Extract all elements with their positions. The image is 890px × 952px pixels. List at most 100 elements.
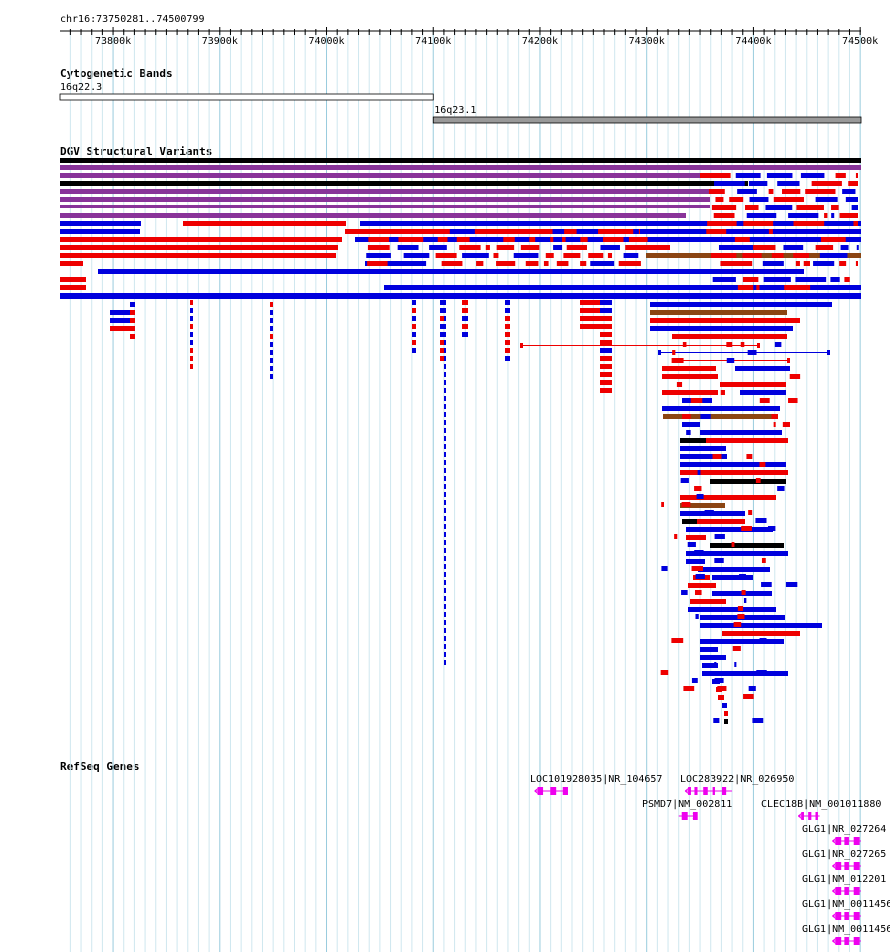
sv-bar <box>680 462 786 467</box>
sv-bar <box>398 261 427 266</box>
sv-bar <box>444 300 446 305</box>
sv-bar <box>496 245 515 250</box>
gene-exon <box>808 812 812 820</box>
gene-exon <box>853 887 860 895</box>
gene-model <box>534 787 568 795</box>
cytoband-gpos <box>432 116 862 124</box>
ruler-tick-label: 73800k <box>95 36 131 47</box>
sv-bar <box>720 390 725 395</box>
gene-model <box>684 787 733 795</box>
sv-bar <box>789 374 801 379</box>
sv-bar <box>694 590 702 595</box>
sv-bar <box>650 302 832 307</box>
gene-label: GLG1|NM_001145667 <box>802 924 890 935</box>
sv-bar <box>734 237 750 242</box>
sv-bar <box>552 229 565 234</box>
sv-bar <box>831 205 839 210</box>
sv-bar <box>505 316 510 321</box>
sv-bar <box>746 213 777 218</box>
gene-exon <box>844 912 849 920</box>
sv-bar <box>462 332 468 337</box>
sv-bar <box>368 237 390 242</box>
sv-bar <box>600 308 612 313</box>
sv-bar <box>674 534 678 539</box>
sv-bar <box>444 636 446 641</box>
sv-bar <box>686 430 691 435</box>
sv-bar <box>270 318 273 323</box>
sv-bar <box>761 558 766 563</box>
gene-exon <box>844 887 849 895</box>
sv-bar <box>190 356 193 361</box>
track-canvas: 73800k 73900k 74000k 74100k 74200k 74300k 7440… <box>59 27 890 952</box>
sv-bar <box>767 438 779 443</box>
sv-bar <box>130 334 135 339</box>
sv-bar <box>844 277 850 282</box>
sv-bar <box>444 372 446 377</box>
sv-bar <box>444 628 446 633</box>
gene-exon <box>722 787 727 795</box>
sv-bar <box>691 566 703 571</box>
sv-bar <box>702 671 788 676</box>
sv-bar <box>676 382 683 387</box>
sv-bar <box>456 237 470 242</box>
sv-bar <box>110 326 133 331</box>
sv-bar <box>696 494 704 499</box>
sv-bar <box>743 598 747 603</box>
sv-bar <box>444 508 446 513</box>
cytoband-label: 16q23.1 <box>434 105 476 116</box>
sv-bar <box>190 316 193 321</box>
sv-bar <box>553 245 563 250</box>
sv-bar <box>556 261 569 266</box>
sv-bar <box>712 237 724 242</box>
gene-label: GLG1|NM_012201 <box>802 874 886 885</box>
sv-bar <box>724 719 728 724</box>
sv-bar <box>785 582 798 587</box>
sv-bar <box>444 612 446 617</box>
sv-bar <box>444 348 446 353</box>
sv-bar <box>611 229 620 234</box>
gene-exon <box>550 787 557 795</box>
sv-bar <box>444 652 446 657</box>
dgv-variants <box>60 158 861 724</box>
sv-bar <box>441 261 463 266</box>
sv-bar <box>660 670 669 675</box>
sv-bar <box>748 686 756 691</box>
sv-bar <box>412 348 416 353</box>
sv-bar <box>662 406 780 411</box>
sv-bar <box>831 213 835 218</box>
sv-bar <box>130 326 135 331</box>
sv-bar <box>444 548 446 553</box>
sv-bar <box>796 205 824 210</box>
sv-bar <box>270 358 273 363</box>
sv-bar <box>795 261 800 266</box>
gene-model <box>832 887 861 895</box>
sv-bar <box>815 245 834 250</box>
sv-bar <box>793 221 825 226</box>
sv-bar <box>444 524 446 529</box>
sv-bar <box>485 245 490 250</box>
gene-exon <box>853 837 860 845</box>
sv-bar <box>444 580 446 585</box>
sv-bar <box>682 519 697 524</box>
sv-bar <box>60 277 86 282</box>
sv-bar <box>815 197 838 202</box>
sv-bar <box>745 205 759 210</box>
sv-bar <box>774 342 782 347</box>
sv-bar <box>403 253 430 258</box>
sv-bar <box>60 221 141 226</box>
sv-bar <box>737 189 757 194</box>
sv-bar <box>830 277 840 282</box>
sv-bar <box>691 390 702 395</box>
sv-bar <box>713 213 735 218</box>
sv-bar <box>759 462 766 467</box>
sv-bar <box>60 173 715 178</box>
sv-bar <box>734 662 737 667</box>
sv-bar <box>650 310 787 315</box>
sv-bar <box>190 340 193 345</box>
sv-bar <box>444 420 446 425</box>
sv-bar <box>856 245 859 250</box>
sv-bar <box>190 348 193 353</box>
sv-bar <box>503 237 515 242</box>
sv-bar <box>821 285 854 290</box>
gene-exon <box>712 787 715 795</box>
